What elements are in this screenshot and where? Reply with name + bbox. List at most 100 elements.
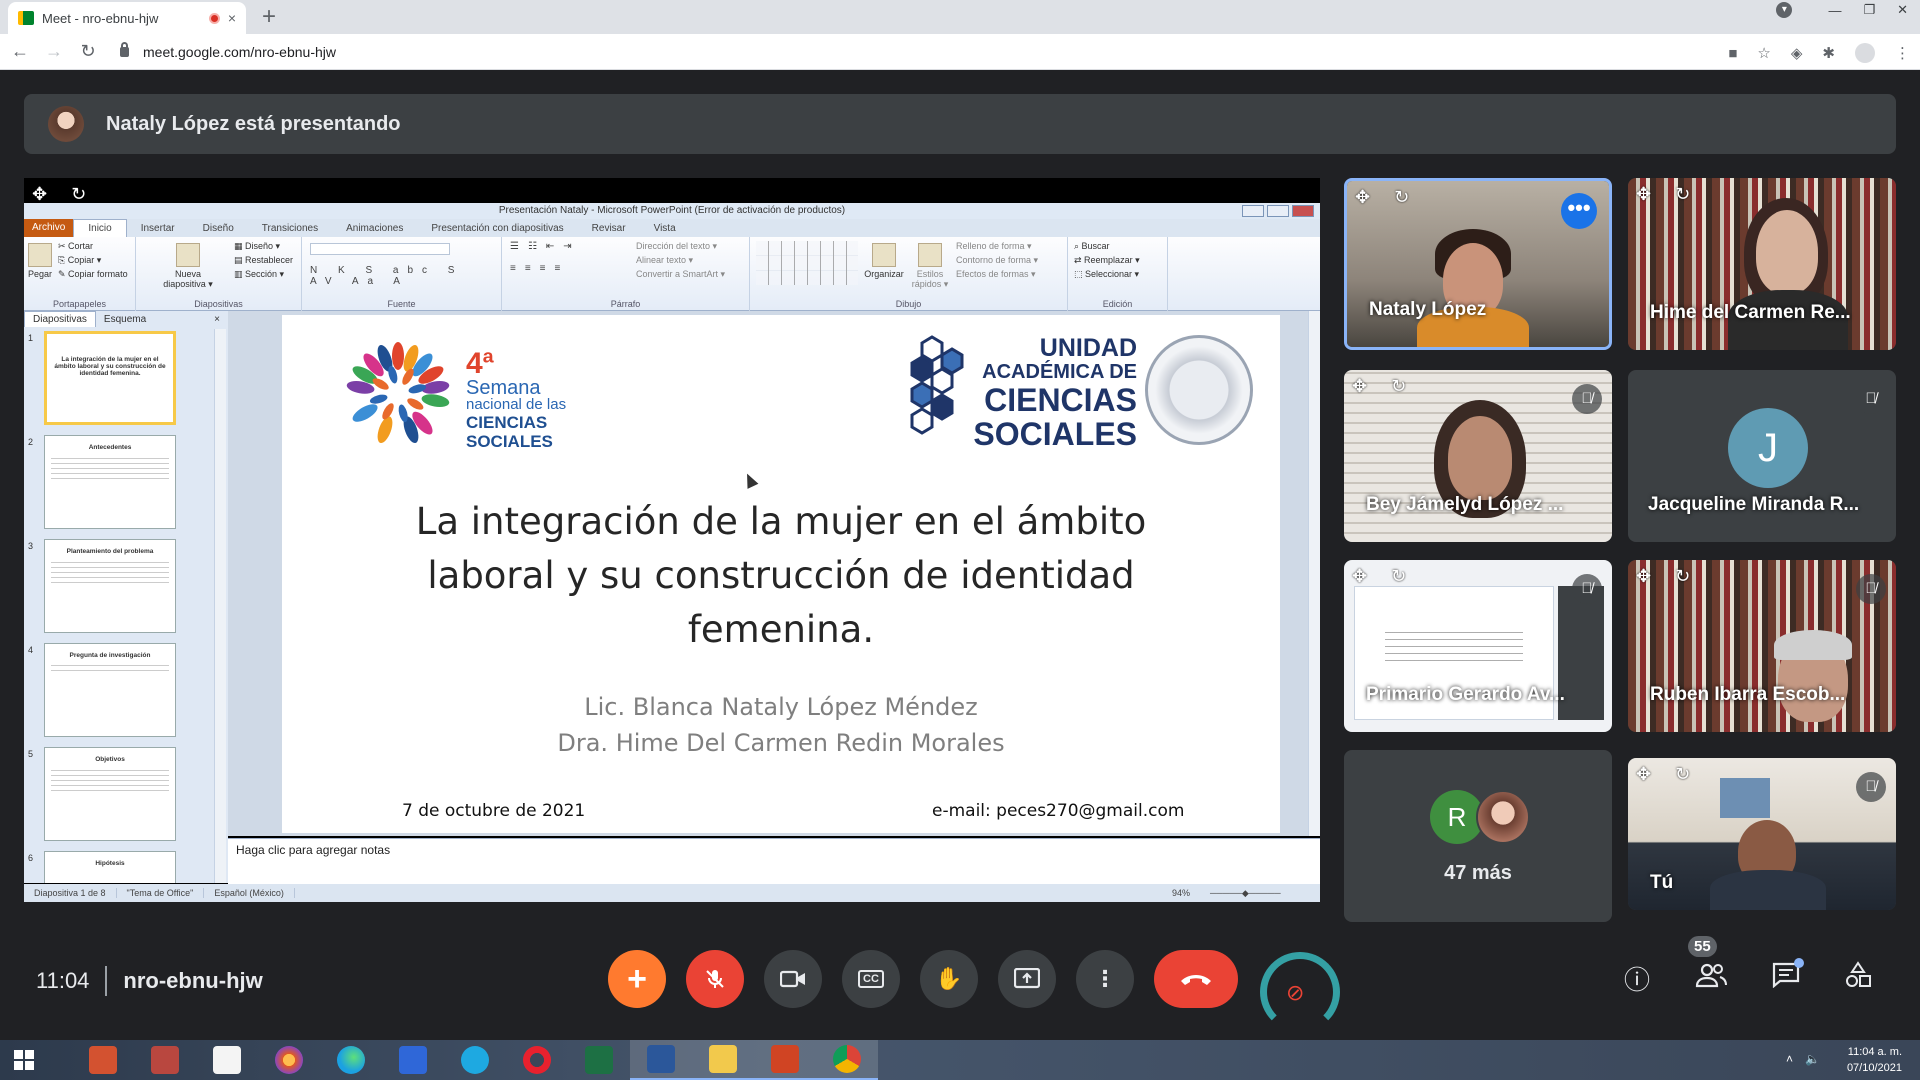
participant-tile[interactable]: ✥ ↻ ••• Nataly López xyxy=(1344,178,1612,350)
activities-plus-button[interactable]: + xyxy=(608,950,666,1008)
ribbon-tab-presentacion[interactable]: Presentación con diapositivas xyxy=(417,223,577,234)
participants-button[interactable]: 55 xyxy=(1688,936,1728,995)
forward-button[interactable]: → xyxy=(40,41,68,62)
windows-start-button[interactable] xyxy=(0,1040,48,1080)
present-screen-button[interactable] xyxy=(998,950,1056,1008)
shape-effects-button[interactable]: Efectos de formas ▾ xyxy=(956,269,1036,280)
more-options-button[interactable]: ⋮ xyxy=(1076,950,1134,1008)
taskbar-app[interactable] xyxy=(196,1040,258,1080)
taskbar-app[interactable] xyxy=(72,1040,134,1080)
tab-diapositivas[interactable]: Diapositivas xyxy=(24,311,96,327)
ribbon-tab-diseno[interactable]: Diseño xyxy=(189,223,248,234)
refresh-icon[interactable]: ↻ xyxy=(1391,376,1406,397)
slide-thumbnail[interactable]: 3 Planteamiento del problema xyxy=(28,537,214,641)
zoom-level[interactable]: 94% xyxy=(1162,888,1200,898)
self-tile[interactable]: ✥ ↻ 🎙̸ Tú xyxy=(1628,758,1896,910)
raise-hand-button[interactable]: ✋ xyxy=(920,950,978,1008)
slide-thumbnail[interactable]: 4 Pregunta de investigación xyxy=(28,641,214,745)
ribbon-tab-archivo[interactable]: Archivo xyxy=(24,219,74,237)
extensions-puzzle-icon[interactable]: ✱ xyxy=(1822,44,1835,62)
camera-in-use-icon[interactable]: ■ xyxy=(1728,45,1737,62)
format-painter-button[interactable]: ✎ Copiar formato xyxy=(58,269,128,280)
text-direction-button[interactable]: Dirección del texto ▾ xyxy=(636,241,717,252)
font-format-buttons[interactable]: N K S abc S AV Aa A xyxy=(310,265,501,287)
participant-tile[interactable]: J 🎙̸ Jacqueline Miranda R... xyxy=(1628,370,1896,542)
extension-gauge-button[interactable]: ⊘ xyxy=(1258,950,1342,1032)
font-name-select[interactable] xyxy=(310,243,450,255)
tab-search-icon[interactable]: ▾ xyxy=(1776,2,1793,18)
zoom-slider[interactable]: ─────◆───── xyxy=(1200,888,1320,899)
taskbar-excel[interactable] xyxy=(568,1040,630,1080)
refresh-icon[interactable]: ↻ xyxy=(1675,566,1690,587)
cut-button[interactable]: ✂ Cortar xyxy=(58,241,93,252)
browser-tab[interactable]: Meet - nro-ebnu-hjw × xyxy=(8,2,246,34)
leave-call-button[interactable] xyxy=(1154,950,1238,1008)
participant-tile[interactable]: ✥ ↻ 🎙̸ Ruben Ibarra Escob... xyxy=(1628,560,1896,732)
taskbar-firefox[interactable] xyxy=(258,1040,320,1080)
taskbar-ie[interactable] xyxy=(444,1040,506,1080)
move-tile-icon[interactable]: ✥ xyxy=(32,184,47,205)
profile-avatar[interactable] xyxy=(1855,43,1875,63)
taskbar-app[interactable] xyxy=(382,1040,444,1080)
volume-icon[interactable]: 🔈 xyxy=(1805,1052,1820,1066)
taskbar-word[interactable] xyxy=(630,1040,692,1080)
bookmark-star-icon[interactable]: ☆ xyxy=(1757,44,1770,62)
browser-menu-icon[interactable]: ⋮ xyxy=(1895,44,1910,62)
section-button[interactable]: ▥ Sección ▾ xyxy=(234,269,284,280)
reload-button[interactable]: ↻ xyxy=(74,41,102,62)
taskbar-edge[interactable] xyxy=(320,1040,382,1080)
more-options-button[interactable]: ••• xyxy=(1561,193,1597,229)
move-tile-icon[interactable]: ✥ xyxy=(1636,764,1651,785)
participant-tile[interactable]: ✥ ↻ Hime del Carmen Re... xyxy=(1628,178,1896,350)
refresh-icon[interactable]: ↻ xyxy=(71,184,86,205)
refresh-icon[interactable]: ↻ xyxy=(1391,566,1406,587)
taskbar-app[interactable] xyxy=(134,1040,196,1080)
replace-button[interactable]: ⇄ Reemplazar ▾ xyxy=(1074,255,1140,266)
ribbon-tab-animaciones[interactable]: Animaciones xyxy=(332,223,417,234)
shapes-gallery[interactable] xyxy=(756,241,858,285)
shape-fill-button[interactable]: Relleno de forma ▾ xyxy=(956,241,1032,252)
copy-button[interactable]: ⎘ Copiar ▾ xyxy=(58,255,101,266)
tab-close-icon[interactable]: × xyxy=(228,10,236,26)
refresh-icon[interactable]: ↻ xyxy=(1675,764,1690,785)
ribbon-tab-revisar[interactable]: Revisar xyxy=(578,223,640,234)
move-tile-icon[interactable]: ✥ xyxy=(1636,184,1651,205)
layout-button[interactable]: ▦ Diseño ▾ xyxy=(234,241,280,252)
new-tab-button[interactable]: + xyxy=(262,3,276,31)
tray-chevron-icon[interactable]: ˄ xyxy=(1786,1052,1793,1066)
move-tile-icon[interactable]: ✥ xyxy=(1352,376,1367,397)
camera-button[interactable] xyxy=(764,950,822,1008)
align-text-button[interactable]: Alinear texto ▾ xyxy=(636,255,693,266)
participant-tile[interactable]: ✥ ↻ 🎙̸ Primario Gerardo Av... xyxy=(1344,560,1612,732)
move-tile-icon[interactable]: ✥ xyxy=(1355,187,1370,208)
reset-button[interactable]: ▤ Restablecer xyxy=(234,255,293,266)
move-tile-icon[interactable]: ✥ xyxy=(1352,566,1367,587)
participant-tile[interactable]: ✥ ↻ 🎙̸ Bey Jámelyd López ... xyxy=(1344,370,1612,542)
paste-button[interactable]: Pegar xyxy=(28,243,52,279)
select-button[interactable]: ⬚ Seleccionar ▾ xyxy=(1074,269,1139,280)
ribbon-tab-insertar[interactable]: Insertar xyxy=(127,223,189,234)
back-button[interactable]: ← xyxy=(6,41,34,62)
maximize-button[interactable]: ❐ xyxy=(1863,2,1875,18)
taskbar-explorer[interactable] xyxy=(692,1040,754,1080)
extension-cube-icon[interactable]: ◈ xyxy=(1791,44,1803,62)
ribbon-tab-inicio[interactable]: Inicio xyxy=(73,219,127,237)
ribbon-tab-transiciones[interactable]: Transiciones xyxy=(248,223,332,234)
slide-thumbnail[interactable]: 1 La integración de la mujer en el ámbit… xyxy=(28,329,214,433)
move-tile-icon[interactable]: ✥ xyxy=(1636,566,1651,587)
align-buttons[interactable]: ≡≡≡≡ xyxy=(510,263,569,274)
address-bar[interactable]: meet.google.com/nro-ebnu-hjw xyxy=(110,38,1710,66)
taskbar-chrome[interactable] xyxy=(816,1040,878,1080)
close-window-button[interactable]: ✕ xyxy=(1897,2,1908,18)
slide-thumbnail[interactable]: 6 Hipótesis xyxy=(28,849,214,883)
slide-scrollbar[interactable] xyxy=(1308,311,1320,836)
shape-outline-button[interactable]: Contorno de forma ▾ xyxy=(956,255,1038,266)
quick-styles-button[interactable]: Estilos rápidos ▾ xyxy=(910,243,950,289)
arrange-button[interactable]: Organizar xyxy=(862,243,906,279)
tab-esquema[interactable]: Esquema xyxy=(96,314,154,325)
meeting-details-button[interactable]: ⓘ xyxy=(1624,960,1650,997)
slides-panel-scrollbar[interactable] xyxy=(214,329,226,883)
chat-button[interactable] xyxy=(1772,958,1804,995)
more-participants-tile[interactable]: R 47 más xyxy=(1344,750,1612,922)
current-slide[interactable]: 4ª Semana nacional de las CIENCIAS SOCIA… xyxy=(282,315,1280,833)
